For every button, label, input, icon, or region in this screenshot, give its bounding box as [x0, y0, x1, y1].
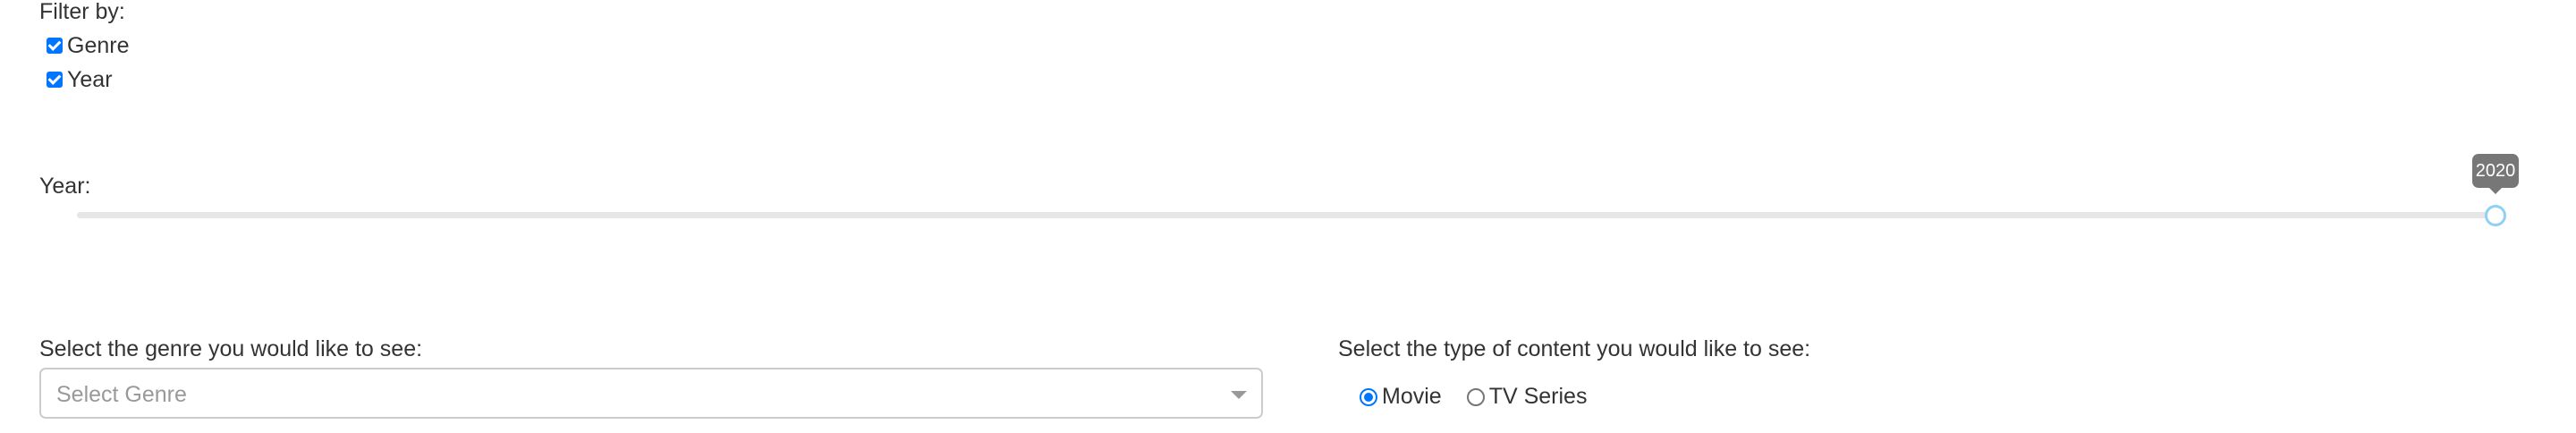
tv-series-radio[interactable] — [1466, 387, 1485, 406]
genre-checkbox-label: Genre — [67, 32, 130, 58]
genre-select-placeholder: Select Genre — [56, 382, 187, 407]
movie-radio-label: Movie — [1382, 384, 1442, 409]
content-type-radio-group: Movie TV Series — [1360, 386, 1587, 408]
year-slider-track[interactable] — [77, 212, 2499, 218]
genre-checkbox[interactable] — [47, 38, 63, 54]
year-checkbox-label: Year — [67, 66, 113, 92]
year-checkbox[interactable] — [47, 72, 63, 88]
tv-series-radio-label: TV Series — [1488, 384, 1588, 409]
content-type-label: Select the type of content you would lik… — [1338, 336, 1811, 361]
year-slider-label: Year: — [39, 174, 91, 199]
tv-series-option[interactable]: TV Series — [1466, 384, 1588, 409]
year-slider-value-tooltip: 2020 — [2472, 154, 2519, 194]
year-slider-value: 2020 — [2475, 160, 2516, 181]
filter-genre-option[interactable]: Genre — [47, 32, 129, 59]
filter-year-option[interactable]: Year — [47, 66, 113, 93]
movie-option[interactable]: Movie — [1360, 386, 1442, 408]
genre-select-label: Select the genre you would like to see: — [39, 336, 423, 361]
genre-select[interactable]: Select Genre — [39, 368, 1263, 419]
filter-by-label: Filter by: — [39, 0, 125, 24]
year-slider-handle[interactable] — [2485, 205, 2506, 226]
chevron-down-icon[interactable] — [1231, 391, 1247, 399]
movie-radio[interactable] — [1360, 387, 1377, 406]
